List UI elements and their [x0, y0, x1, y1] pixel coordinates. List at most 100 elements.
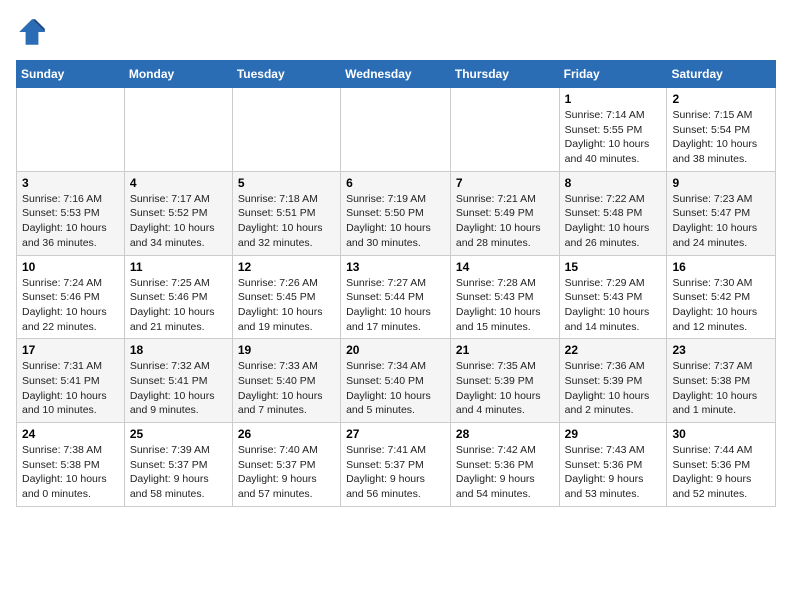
day-info: Sunrise: 7:16 AMSunset: 5:53 PMDaylight:… [22, 192, 119, 251]
day-cell [17, 88, 125, 172]
day-number: 30 [672, 427, 770, 441]
weekday-saturday: Saturday [667, 61, 776, 88]
day-cell [450, 88, 559, 172]
day-number: 2 [672, 92, 770, 106]
day-info: Sunrise: 7:34 AMSunset: 5:40 PMDaylight:… [346, 359, 445, 418]
day-info: Sunrise: 7:39 AMSunset: 5:37 PMDaylight:… [130, 443, 227, 502]
day-info: Sunrise: 7:36 AMSunset: 5:39 PMDaylight:… [565, 359, 662, 418]
day-cell: 27 Sunrise: 7:41 AMSunset: 5:37 PMDayligh… [341, 423, 451, 507]
day-number: 12 [238, 260, 335, 274]
day-cell: 12 Sunrise: 7:26 AMSunset: 5:45 PMDayligh… [232, 255, 340, 339]
day-cell: 22 Sunrise: 7:36 AMSunset: 5:39 PMDayligh… [559, 339, 667, 423]
day-number: 18 [130, 343, 227, 357]
day-number: 21 [456, 343, 554, 357]
day-number: 26 [238, 427, 335, 441]
day-cell: 26 Sunrise: 7:40 AMSunset: 5:37 PMDayligh… [232, 423, 340, 507]
day-info: Sunrise: 7:21 AMSunset: 5:49 PMDaylight:… [456, 192, 554, 251]
day-number: 10 [22, 260, 119, 274]
day-cell: 20 Sunrise: 7:34 AMSunset: 5:40 PMDayligh… [341, 339, 451, 423]
page: SundayMondayTuesdayWednesdayThursdayFrid… [0, 0, 792, 523]
day-cell: 5 Sunrise: 7:18 AMSunset: 5:51 PMDaylight… [232, 171, 340, 255]
day-number: 17 [22, 343, 119, 357]
day-info: Sunrise: 7:35 AMSunset: 5:39 PMDaylight:… [456, 359, 554, 418]
header [16, 16, 776, 48]
weekday-friday: Friday [559, 61, 667, 88]
day-info: Sunrise: 7:22 AMSunset: 5:48 PMDaylight:… [565, 192, 662, 251]
day-info: Sunrise: 7:30 AMSunset: 5:42 PMDaylight:… [672, 276, 770, 335]
day-number: 28 [456, 427, 554, 441]
day-number: 13 [346, 260, 445, 274]
week-row-1: 1Sunrise: 7:14 AMSunset: 5:55 PMDaylight… [17, 88, 776, 172]
calendar: SundayMondayTuesdayWednesdayThursdayFrid… [16, 60, 776, 507]
day-info: Sunrise: 7:42 AMSunset: 5:36 PMDaylight:… [456, 443, 554, 502]
day-cell: 6Sunrise: 7:19 AMSunset: 5:50 PMDaylight… [341, 171, 451, 255]
weekday-thursday: Thursday [450, 61, 559, 88]
day-info: Sunrise: 7:15 AMSunset: 5:54 PMDaylight:… [672, 108, 770, 167]
week-row-5: 24 Sunrise: 7:38 AMSunset: 5:38 PMDayligh… [17, 423, 776, 507]
weekday-monday: Monday [124, 61, 232, 88]
day-info: Sunrise: 7:38 AMSunset: 5:38 PMDaylight:… [22, 443, 119, 502]
day-number: 8 [565, 176, 662, 190]
day-number: 20 [346, 343, 445, 357]
weekday-wednesday: Wednesday [341, 61, 451, 88]
day-number: 27 [346, 427, 445, 441]
day-info: Sunrise: 7:24 AMSunset: 5:46 PMDaylight:… [22, 276, 119, 335]
day-number: 14 [456, 260, 554, 274]
week-row-2: 3 Sunrise: 7:16 AMSunset: 5:53 PMDaylight… [17, 171, 776, 255]
day-number: 7 [456, 176, 554, 190]
day-number: 23 [672, 343, 770, 357]
day-cell: 2 Sunrise: 7:15 AMSunset: 5:54 PMDaylight… [667, 88, 776, 172]
day-number: 25 [130, 427, 227, 441]
day-cell: 18Sunrise: 7:32 AMSunset: 5:41 PMDayligh… [124, 339, 232, 423]
day-cell: 16 Sunrise: 7:30 AMSunset: 5:42 PMDayligh… [667, 255, 776, 339]
day-number: 5 [238, 176, 335, 190]
day-info: Sunrise: 7:25 AMSunset: 5:46 PMDaylight:… [130, 276, 227, 335]
day-cell [124, 88, 232, 172]
day-cell: 30 Sunrise: 7:44 AMSunset: 5:36 PMDayligh… [667, 423, 776, 507]
day-cell: 3 Sunrise: 7:16 AMSunset: 5:53 PMDaylight… [17, 171, 125, 255]
day-info: Sunrise: 7:29 AMSunset: 5:43 PMDaylight:… [565, 276, 662, 335]
day-cell: 21 Sunrise: 7:35 AMSunset: 5:39 PMDayligh… [450, 339, 559, 423]
day-cell: 25 Sunrise: 7:39 AMSunset: 5:37 PMDayligh… [124, 423, 232, 507]
day-cell [341, 88, 451, 172]
day-number: 1 [565, 92, 662, 106]
day-number: 22 [565, 343, 662, 357]
day-cell: 19Sunrise: 7:33 AMSunset: 5:40 PMDayligh… [232, 339, 340, 423]
day-info: Sunrise: 7:18 AMSunset: 5:51 PMDaylight:… [238, 192, 335, 251]
day-cell: 1Sunrise: 7:14 AMSunset: 5:55 PMDaylight… [559, 88, 667, 172]
day-cell: 10 Sunrise: 7:24 AMSunset: 5:46 PMDayligh… [17, 255, 125, 339]
day-cell: 4Sunrise: 7:17 AMSunset: 5:52 PMDaylight… [124, 171, 232, 255]
day-number: 19 [238, 343, 335, 357]
day-cell: 28 Sunrise: 7:42 AMSunset: 5:36 PMDayligh… [450, 423, 559, 507]
day-cell: 11 Sunrise: 7:25 AMSunset: 5:46 PMDayligh… [124, 255, 232, 339]
day-info: Sunrise: 7:43 AMSunset: 5:36 PMDaylight:… [565, 443, 662, 502]
day-info: Sunrise: 7:37 AMSunset: 5:38 PMDaylight:… [672, 359, 770, 418]
day-cell: 29 Sunrise: 7:43 AMSunset: 5:36 PMDayligh… [559, 423, 667, 507]
day-cell: 7 Sunrise: 7:21 AMSunset: 5:49 PMDaylight… [450, 171, 559, 255]
day-cell: 14 Sunrise: 7:28 AMSunset: 5:43 PMDayligh… [450, 255, 559, 339]
logo-icon [16, 16, 48, 48]
day-info: Sunrise: 7:31 AMSunset: 5:41 PMDaylight:… [22, 359, 119, 418]
day-number: 6 [346, 176, 445, 190]
day-cell: 24 Sunrise: 7:38 AMSunset: 5:38 PMDayligh… [17, 423, 125, 507]
day-number: 11 [130, 260, 227, 274]
day-info: Sunrise: 7:44 AMSunset: 5:36 PMDaylight:… [672, 443, 770, 502]
day-info: Sunrise: 7:40 AMSunset: 5:37 PMDaylight:… [238, 443, 335, 502]
day-number: 15 [565, 260, 662, 274]
day-number: 24 [22, 427, 119, 441]
day-cell: 17 Sunrise: 7:31 AMSunset: 5:41 PMDayligh… [17, 339, 125, 423]
day-number: 29 [565, 427, 662, 441]
logo [16, 16, 52, 48]
day-cell: 23 Sunrise: 7:37 AMSunset: 5:38 PMDayligh… [667, 339, 776, 423]
day-number: 3 [22, 176, 119, 190]
day-cell [232, 88, 340, 172]
day-cell: 13Sunrise: 7:27 AMSunset: 5:44 PMDayligh… [341, 255, 451, 339]
week-row-3: 10 Sunrise: 7:24 AMSunset: 5:46 PMDayligh… [17, 255, 776, 339]
day-info: Sunrise: 7:41 AMSunset: 5:37 PMDaylight:… [346, 443, 445, 502]
day-info: Sunrise: 7:17 AMSunset: 5:52 PMDaylight:… [130, 192, 227, 251]
day-cell: 9Sunrise: 7:23 AMSunset: 5:47 PMDaylight… [667, 171, 776, 255]
day-info: Sunrise: 7:28 AMSunset: 5:43 PMDaylight:… [456, 276, 554, 335]
day-cell: 15 Sunrise: 7:29 AMSunset: 5:43 PMDayligh… [559, 255, 667, 339]
day-info: Sunrise: 7:26 AMSunset: 5:45 PMDaylight:… [238, 276, 335, 335]
day-number: 16 [672, 260, 770, 274]
